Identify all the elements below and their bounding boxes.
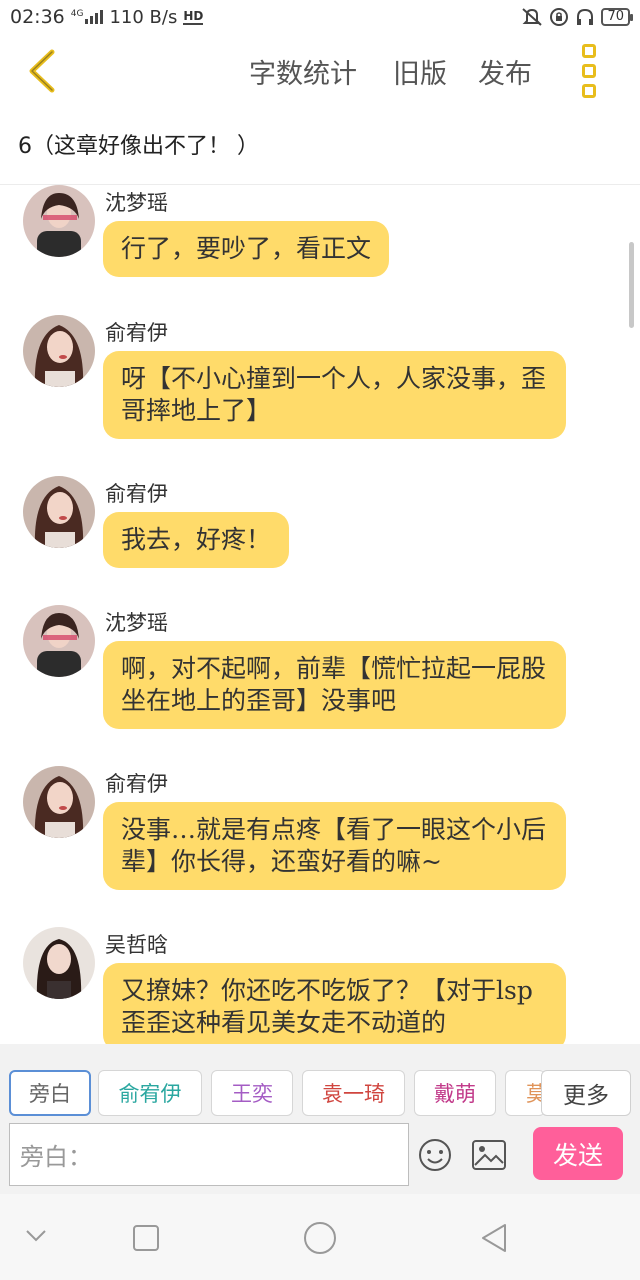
status-bar: 02:36 4G 110 B/s HD 70 <box>0 0 640 34</box>
avatar[interactable] <box>23 185 95 257</box>
network-speed: 110 B/s <box>109 6 178 28</box>
publish-button[interactable]: 发布 <box>478 52 532 91</box>
role-chip-narration[interactable]: 旁白 <box>9 1070 91 1116</box>
recents-icon[interactable] <box>132 1224 160 1252</box>
message-bubble[interactable]: 没事…就是有点疼【看了一眼这个小后辈】你长得，还蛮好看的嘛~ <box>103 802 566 890</box>
compose-panel: 旁白 俞宥伊 王奕 袁一琦 戴萌 莫 更多 旁白： 发送 <box>0 1044 640 1194</box>
scrollbar[interactable] <box>629 242 634 328</box>
sender-name: 俞宥伊 <box>105 482 168 506</box>
avatar[interactable] <box>23 927 95 999</box>
chevron-down-icon[interactable] <box>24 1228 48 1244</box>
input-placeholder: 旁白： <box>20 1143 92 1171</box>
home-icon[interactable] <box>303 1221 337 1255</box>
message-bubble[interactable]: 我去，好疼！ <box>103 512 290 568</box>
top-toolbar: 字数统计 旧版 发布 <box>0 36 640 104</box>
role-chip-3[interactable]: 袁一琦 <box>302 1070 405 1116</box>
avatar[interactable] <box>23 766 95 838</box>
emoji-icon[interactable] <box>418 1138 452 1172</box>
back-arrow-icon[interactable] <box>22 48 62 94</box>
message-bubble[interactable]: 行了，要吵了，看正文 <box>103 221 390 277</box>
role-chip-5[interactable]: 莫 <box>505 1070 545 1116</box>
role-chip-4[interactable]: 戴萌 <box>414 1070 496 1116</box>
hd-icon: HD <box>183 9 204 25</box>
sender-name: 俞宥伊 <box>105 321 168 345</box>
image-icon[interactable] <box>472 1140 506 1170</box>
avatar[interactable] <box>23 476 95 548</box>
message-bubble[interactable]: 又撩妹？你还吃不吃饭了？【对于lsp歪歪这种看见美女走不动道的 <box>103 963 566 1045</box>
sender-name: 沈梦瑶 <box>105 611 168 635</box>
message-input[interactable]: 旁白： <box>9 1123 409 1186</box>
role-chip-2[interactable]: 王奕 <box>211 1070 293 1116</box>
send-button[interactable]: 发送 <box>533 1127 623 1180</box>
message-bubble[interactable]: 啊，对不起啊，前辈【慌忙拉起一屁股坐在地上的歪哥】没事吧 <box>103 641 566 729</box>
chapter-title[interactable]: 6（这章好像出不了！ ） <box>18 128 259 160</box>
network-label: 4G <box>70 9 84 19</box>
signal-icon: 4G <box>71 10 104 24</box>
role-chip-1[interactable]: 俞宥伊 <box>98 1070 202 1116</box>
sender-name: 沈梦瑶 <box>105 191 168 215</box>
role-label: 王奕 <box>231 1082 273 1106</box>
more-menu-icon[interactable] <box>578 44 600 98</box>
word-count-button[interactable]: 字数统计 <box>249 52 357 91</box>
lock-rotation-icon <box>550 8 569 26</box>
role-label: 旁白 <box>29 1082 71 1106</box>
system-nav-bar <box>0 1194 640 1280</box>
status-time: 02:36 <box>10 6 65 28</box>
mute-icon <box>522 8 543 26</box>
more-roles-button[interactable]: 更多 <box>541 1070 631 1116</box>
avatar[interactable] <box>23 315 95 387</box>
message-list[interactable]: 沈梦瑶 行了，要吵了，看正文 俞宥伊 呀【不小心撞到一个人，人家没事，歪哥摔地上… <box>0 185 640 1045</box>
headphones-icon <box>577 8 594 25</box>
avatar[interactable] <box>23 605 95 677</box>
sender-name: 俞宥伊 <box>105 772 168 796</box>
battery-icon: 70 <box>601 8 633 26</box>
role-label: 俞宥伊 <box>118 1082 182 1106</box>
message-bubble[interactable]: 呀【不小心撞到一个人，人家没事，歪哥摔地上了】 <box>103 351 566 439</box>
sender-name: 吴哲晗 <box>105 933 168 957</box>
role-label: 戴萌 <box>434 1082 476 1106</box>
role-label: 袁一琦 <box>322 1082 385 1106</box>
back-triangle-icon[interactable] <box>480 1222 508 1254</box>
old-version-button[interactable]: 旧版 <box>393 52 447 91</box>
